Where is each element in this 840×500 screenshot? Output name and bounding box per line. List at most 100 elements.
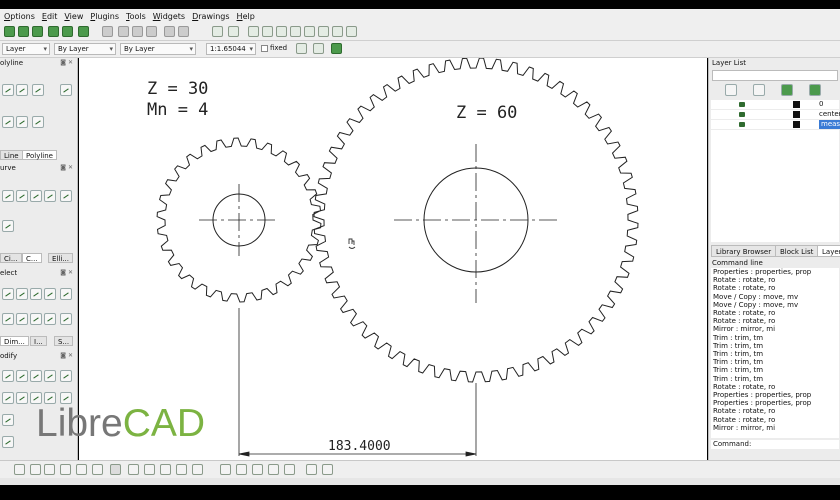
layer-visible-icon[interactable] xyxy=(739,112,745,117)
fixed-checkbox[interactable] xyxy=(261,45,268,52)
layer-row[interactable]: 0 xyxy=(711,100,839,109)
menu-tools[interactable]: Tools xyxy=(126,12,146,21)
polyline-tool-icon[interactable] xyxy=(2,116,14,128)
view-tool-icon[interactable] xyxy=(268,464,279,475)
print-icon[interactable] xyxy=(78,26,89,37)
restrict-horizontal-icon[interactable] xyxy=(144,464,155,475)
grid-snap-icon[interactable] xyxy=(14,464,25,475)
hide-all-layers-icon[interactable] xyxy=(753,84,765,96)
modify-tool-icon[interactable] xyxy=(30,370,42,382)
select-pointer-icon[interactable] xyxy=(102,26,113,37)
select-tool-icon[interactable] xyxy=(2,313,14,325)
select-tool-icon[interactable] xyxy=(16,313,28,325)
select-tool-icon[interactable] xyxy=(16,288,28,300)
lock-relative-zero-icon[interactable] xyxy=(322,464,333,475)
layer-row[interactable]: center xyxy=(711,110,840,119)
snap-center-icon[interactable] xyxy=(304,26,315,37)
show-all-layers-icon[interactable] xyxy=(725,84,737,96)
select-tool-icon[interactable] xyxy=(2,288,14,300)
curve-tool-icon[interactable] xyxy=(44,190,56,202)
select-tool-icon[interactable] xyxy=(30,288,42,300)
polyline-tool-icon[interactable] xyxy=(60,84,72,96)
snap-endpoint-icon[interactable] xyxy=(276,26,287,37)
add-layer-icon[interactable] xyxy=(781,84,793,96)
snap-intersection-icon[interactable] xyxy=(346,26,357,37)
view-tool-icon[interactable] xyxy=(284,464,295,475)
modify-tool-icon[interactable] xyxy=(60,370,72,382)
view-tool-icon[interactable] xyxy=(252,464,263,475)
tab-circle[interactable]: Ci... xyxy=(0,253,22,263)
tab-line[interactable]: Line xyxy=(0,150,23,160)
select-tool-icon[interactable] xyxy=(44,288,56,300)
restrict-nothing-icon[interactable] xyxy=(110,464,121,475)
draft-mode-icon[interactable] xyxy=(228,26,239,37)
modify-tool-icon[interactable] xyxy=(2,370,14,382)
tab-block-list[interactable]: Block List xyxy=(775,245,819,257)
tab-library-browser[interactable]: Library Browser xyxy=(711,245,777,257)
modify-tool-icon[interactable] xyxy=(2,414,14,426)
select-tool-icon[interactable] xyxy=(30,313,42,325)
new-template-icon[interactable] xyxy=(18,26,29,37)
curve-tool-icon[interactable] xyxy=(30,190,42,202)
modify-tool-icon[interactable] xyxy=(16,370,28,382)
modify-tool-icon[interactable] xyxy=(2,392,14,404)
panel-close-icon[interactable]: ◙ ✕ xyxy=(60,269,73,276)
save-as-icon[interactable] xyxy=(62,26,73,37)
snap-middle-icon[interactable] xyxy=(318,26,329,37)
scale-combo[interactable]: 1:1.65044 xyxy=(206,43,256,55)
snap-free-icon[interactable] xyxy=(248,26,259,37)
tab-polyline[interactable]: Polyline xyxy=(22,150,57,160)
menu-widgets[interactable]: Widgets xyxy=(153,12,185,21)
undo-icon[interactable] xyxy=(164,26,175,37)
tab-dimension[interactable]: Dim... xyxy=(0,336,29,346)
block-icon[interactable] xyxy=(296,43,307,54)
select-tool-icon[interactable] xyxy=(44,313,56,325)
layer-visible-icon[interactable] xyxy=(739,122,745,127)
paste-icon[interactable] xyxy=(146,26,157,37)
color-combo[interactable]: By Layer xyxy=(120,43,196,55)
panel-close-icon[interactable]: ◙ ✕ xyxy=(60,59,73,66)
tab-ellipse[interactable]: Elli... xyxy=(48,253,73,263)
curve-tool-icon[interactable] xyxy=(16,190,28,202)
polyline-tool-icon[interactable] xyxy=(32,84,44,96)
tab-select[interactable]: S... xyxy=(54,336,74,346)
curve-tool-icon[interactable] xyxy=(2,190,14,202)
redo-icon[interactable] xyxy=(178,26,189,37)
polyline-tool-icon[interactable] xyxy=(16,84,28,96)
modify-tool-icon[interactable] xyxy=(44,370,56,382)
menu-help[interactable]: Help xyxy=(237,12,255,21)
drawing-canvas[interactable]: Z = 30 Mn = 4 Z = 60 183.4000 xyxy=(79,58,707,460)
panel-close-icon[interactable]: ◙ ✕ xyxy=(60,164,73,171)
grid-icon[interactable] xyxy=(212,26,223,37)
view-tool-icon[interactable] xyxy=(236,464,247,475)
polyline-tool-icon[interactable] xyxy=(16,116,28,128)
tab-info[interactable]: I... xyxy=(30,336,47,346)
curve-tool-icon[interactable] xyxy=(60,190,72,202)
modify-tool-icon[interactable] xyxy=(2,436,14,448)
tab-layer-list[interactable]: Layer xyxy=(817,245,840,257)
snap-tool-icon[interactable] xyxy=(76,464,87,475)
command-input[interactable]: Command: xyxy=(711,440,839,449)
menu-view[interactable]: View xyxy=(64,12,83,21)
snap-tool-icon[interactable] xyxy=(176,464,187,475)
tab-curve[interactable]: C... xyxy=(22,253,42,263)
panel-close-icon[interactable]: ◙ ✕ xyxy=(60,352,73,359)
snap-grid-icon[interactable] xyxy=(262,26,273,37)
cut-icon[interactable] xyxy=(118,26,129,37)
snap-on-entity-icon[interactable] xyxy=(290,26,301,37)
new-file-icon[interactable] xyxy=(4,26,15,37)
snap-distance-icon[interactable] xyxy=(332,26,343,37)
line-type-combo[interactable]: By Layer xyxy=(54,43,116,55)
layer-row[interactable]: measu xyxy=(711,120,840,129)
restrict-vertical-icon[interactable] xyxy=(160,464,171,475)
layer-visible-icon[interactable] xyxy=(739,102,745,107)
polyline-tool-icon[interactable] xyxy=(32,116,44,128)
select-tool-icon[interactable] xyxy=(60,313,72,325)
menu-drawings[interactable]: Drawings xyxy=(192,12,229,21)
open-file-icon[interactable] xyxy=(32,26,43,37)
snap-tool-icon[interactable] xyxy=(192,464,203,475)
layer-filter-input[interactable] xyxy=(712,70,838,81)
snap-tool-icon[interactable] xyxy=(92,464,103,475)
modify-tool-icon[interactable] xyxy=(16,392,28,404)
view-tool-icon[interactable] xyxy=(220,464,231,475)
